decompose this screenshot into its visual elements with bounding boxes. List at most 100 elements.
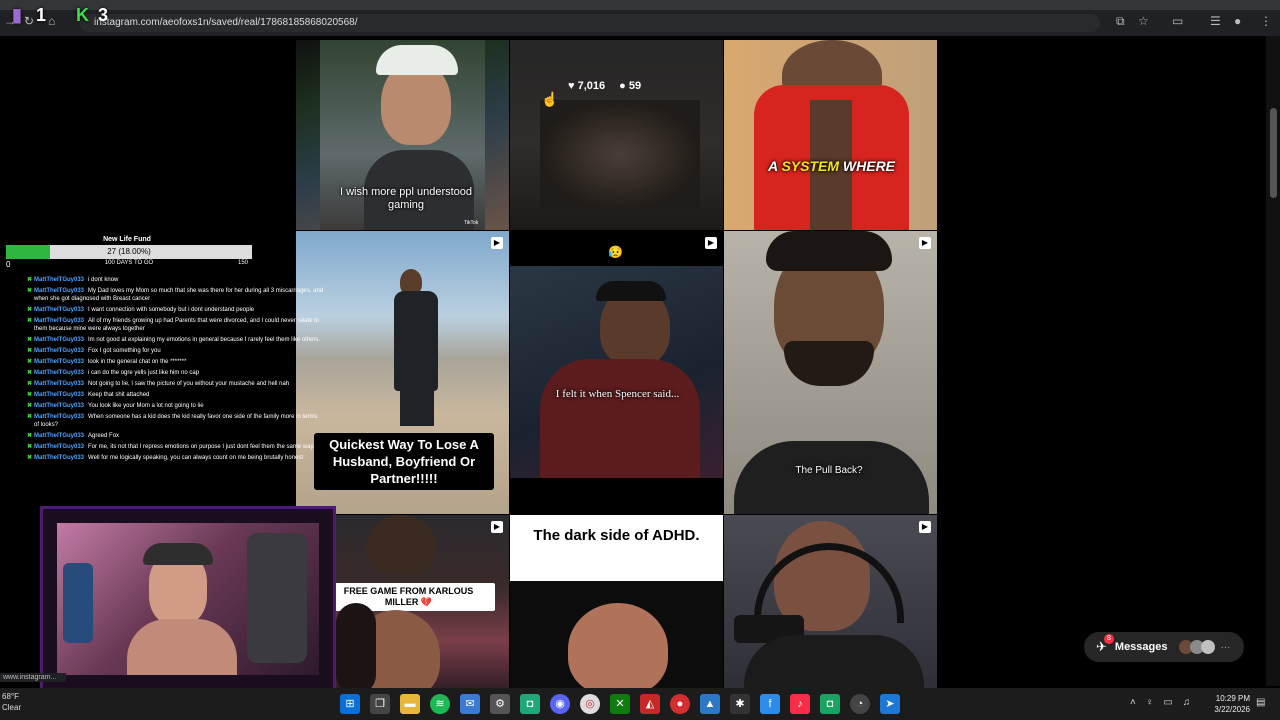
temperature: 68°F	[2, 692, 19, 701]
chat-message: ✖ MattTheITGuy033 Well for me logically sp…	[27, 454, 324, 462]
network-icon[interactable]: ▭	[1163, 697, 1172, 708]
reel-tile-3[interactable]: A SYSTEM WHERE	[724, 40, 937, 230]
chat-message: ✖ MattTheITGuy033 You look like your Mom a…	[27, 402, 324, 410]
page-scrollbar[interactable]	[1266, 36, 1280, 686]
donation-goal-widget: New Life Fund 27 (18.00%) 0 100 DAYS TO …	[6, 236, 252, 269]
install-app-icon[interactable]: ⧉	[1116, 14, 1125, 29]
bookmark-star-icon[interactable]: ☆	[1138, 14, 1149, 28]
kick-logo-icon: K	[76, 5, 89, 25]
xbox-icon[interactable]: ✕	[610, 694, 630, 714]
reel-tile-5[interactable]: ▶ 😥 I felt it when Spencer said...	[510, 231, 723, 514]
reel-tile-2[interactable]: ♥ 7,016 ● 59 ☝	[510, 40, 723, 230]
facebook-icon[interactable]: f	[760, 694, 780, 714]
chat-text: Im not good at explaining my emotions in…	[88, 337, 321, 343]
sad-emoji: 😥	[608, 245, 623, 259]
chat-username[interactable]: MattTheITGuy033	[34, 455, 84, 461]
chrome-icon[interactable]: ◎	[580, 694, 600, 714]
goal-title: New Life Fund	[103, 236, 151, 243]
sidebar-icon[interactable]: ▭	[1172, 14, 1183, 28]
chat-badge-icon: ✖	[27, 348, 33, 354]
chat-badge-icon: ✖	[27, 433, 33, 439]
reel-tile-8[interactable]: The dark side of ADHD.	[510, 515, 723, 695]
chat-badge-icon: ✖	[27, 318, 33, 324]
reel-tile-4[interactable]: ▶ Quickest Way To Lose A Husband, Boyfri…	[296, 231, 509, 514]
gear-icon[interactable]: ✱	[730, 694, 750, 714]
app-icon-red[interactable]: ◭	[640, 694, 660, 714]
weather-condition: Clear	[2, 703, 22, 712]
chat-text: Not going to lie, I saw the picture of y…	[88, 381, 290, 387]
overlay-badge-left: ▮	[12, 5, 22, 25]
link-preview-status: www.instagram...	[0, 673, 66, 682]
settings-icon[interactable]: ⚙	[490, 694, 510, 714]
reel-caption: A SYSTEM WHERE	[767, 158, 896, 174]
music-icon[interactable]: ♪	[790, 694, 810, 714]
record-icon[interactable]: ●	[670, 694, 690, 714]
chat-text: i dont know	[88, 277, 119, 283]
goal-progress-bar: 27 (18.00%)	[6, 245, 252, 259]
task-view-icon[interactable]: ❐	[370, 694, 390, 714]
taskbar-clock[interactable]: 10:29 PM 3/22/2026	[1208, 693, 1250, 715]
reel-tile-9[interactable]: ▶	[724, 515, 937, 695]
chat-badge-icon: ✖	[27, 381, 33, 387]
overlay-number-left: 1	[36, 5, 47, 25]
tiktok-watermark: TikTok	[464, 220, 479, 226]
reel-tile-6[interactable]: ▶ The Pull Back?	[724, 231, 937, 514]
microphone-icon[interactable]: ♀	[1146, 697, 1154, 708]
goal-amount: 27 (18.00%)	[107, 247, 151, 256]
file-explorer-icon[interactable]: ▬	[400, 694, 420, 714]
chat-username[interactable]: MattTheITGuy033	[34, 277, 84, 283]
chat-username[interactable]: MattTheITGuy033	[34, 392, 84, 398]
avatar	[1200, 640, 1215, 654]
chat-username[interactable]: MattTheITGuy033	[34, 433, 84, 439]
obs-icon[interactable]: ◔	[850, 694, 870, 714]
stream-chat: ✖ MattTheITGuy033 i dont know ✖ MattTheITGuy…	[27, 276, 324, 465]
volume-icon[interactable]: ♫	[1183, 697, 1191, 708]
notification-icon[interactable]: ▤	[1256, 697, 1265, 708]
browser-menu-icon[interactable]: ⋮	[1260, 14, 1272, 28]
app-icon-blue[interactable]: ➤	[880, 694, 900, 714]
reel-caption: Quickest Way To Lose A Husband, Boyfrien…	[314, 433, 494, 490]
reel-tile-1[interactable]: I wish more ppl understood gaming TikTok	[296, 40, 509, 230]
url-bar[interactable]: instagram.com/aeofoxs1n/saved/real/17868…	[80, 14, 1100, 32]
extensions-icon[interactable]: ☰	[1210, 14, 1221, 28]
chat-username[interactable]: MattTheITGuy033	[34, 337, 84, 343]
weather-widget[interactable]: 68°F Clear	[2, 691, 21, 713]
photos-icon[interactable]: ▲	[700, 694, 720, 714]
chat-username[interactable]: MattTheITGuy033	[34, 370, 84, 376]
chat-username[interactable]: MattTheITGuy033	[34, 381, 84, 387]
app-icon[interactable]: ◘	[520, 694, 540, 714]
spotify-icon[interactable]: ≋	[430, 694, 450, 714]
chat-username[interactable]: MattTheITGuy033	[34, 307, 84, 313]
chat-username[interactable]: MattTheITGuy033	[34, 288, 84, 294]
chat-username[interactable]: MattTheITGuy033	[34, 359, 84, 365]
messages-badge: 8	[1104, 634, 1114, 644]
scrollbar-thumb[interactable]	[1270, 108, 1277, 198]
mail-icon[interactable]: ✉	[460, 694, 480, 714]
reload-icon[interactable]: ↻	[24, 14, 34, 28]
windows-start-icon[interactable]: ⊞	[340, 694, 360, 714]
reel-icon: ▶	[491, 237, 503, 249]
address-row: → ↻ ⌂ instagram.com/aeofoxs1n/saved/real…	[0, 10, 1280, 36]
chat-username[interactable]: MattTheITGuy033	[34, 403, 84, 409]
reel-caption: The dark side of ADHD.	[533, 527, 700, 544]
clock-date: 3/22/2026	[1214, 705, 1250, 714]
chevron-up-icon[interactable]: ˄	[1130, 697, 1136, 708]
chat-message: ✖ MattTheITGuy033 When someone has a kid d…	[27, 413, 324, 429]
reel-icon: ▶	[919, 521, 931, 533]
chat-username[interactable]: MattTheITGuy033	[34, 444, 84, 450]
taskbar-apps: ⊞ ❐ ▬ ≋ ✉ ⚙ ◘ ◉ ◎ ✕ ◭ ● ▲ ✱ f ♪ ◘ ◔ ➤	[340, 694, 900, 714]
chat-text: I want connection with somebody but i do…	[88, 307, 255, 313]
profile-icon[interactable]: ●	[1234, 14, 1241, 28]
messages-button[interactable]: ✈ 8 Messages ···	[1084, 632, 1244, 662]
chat-badge-icon: ✖	[27, 288, 33, 294]
discord-icon[interactable]: ◉	[550, 694, 570, 714]
comments-count: ● 59	[619, 80, 642, 92]
chat-username[interactable]: MattTheITGuy033	[34, 318, 84, 324]
chat-text: Keep that shit attached	[88, 392, 150, 398]
chat-username[interactable]: MattTheITGuy033	[34, 348, 84, 354]
chat-message: ✖ MattTheITGuy033 i can do the ogre yells …	[27, 369, 324, 377]
reel-caption: I wish more ppl understood gaming	[339, 186, 473, 211]
chat-app-icon[interactable]: ◘	[820, 694, 840, 714]
home-icon[interactable]: ⌂	[48, 14, 55, 28]
chat-username[interactable]: MattTheITGuy033	[34, 414, 84, 420]
